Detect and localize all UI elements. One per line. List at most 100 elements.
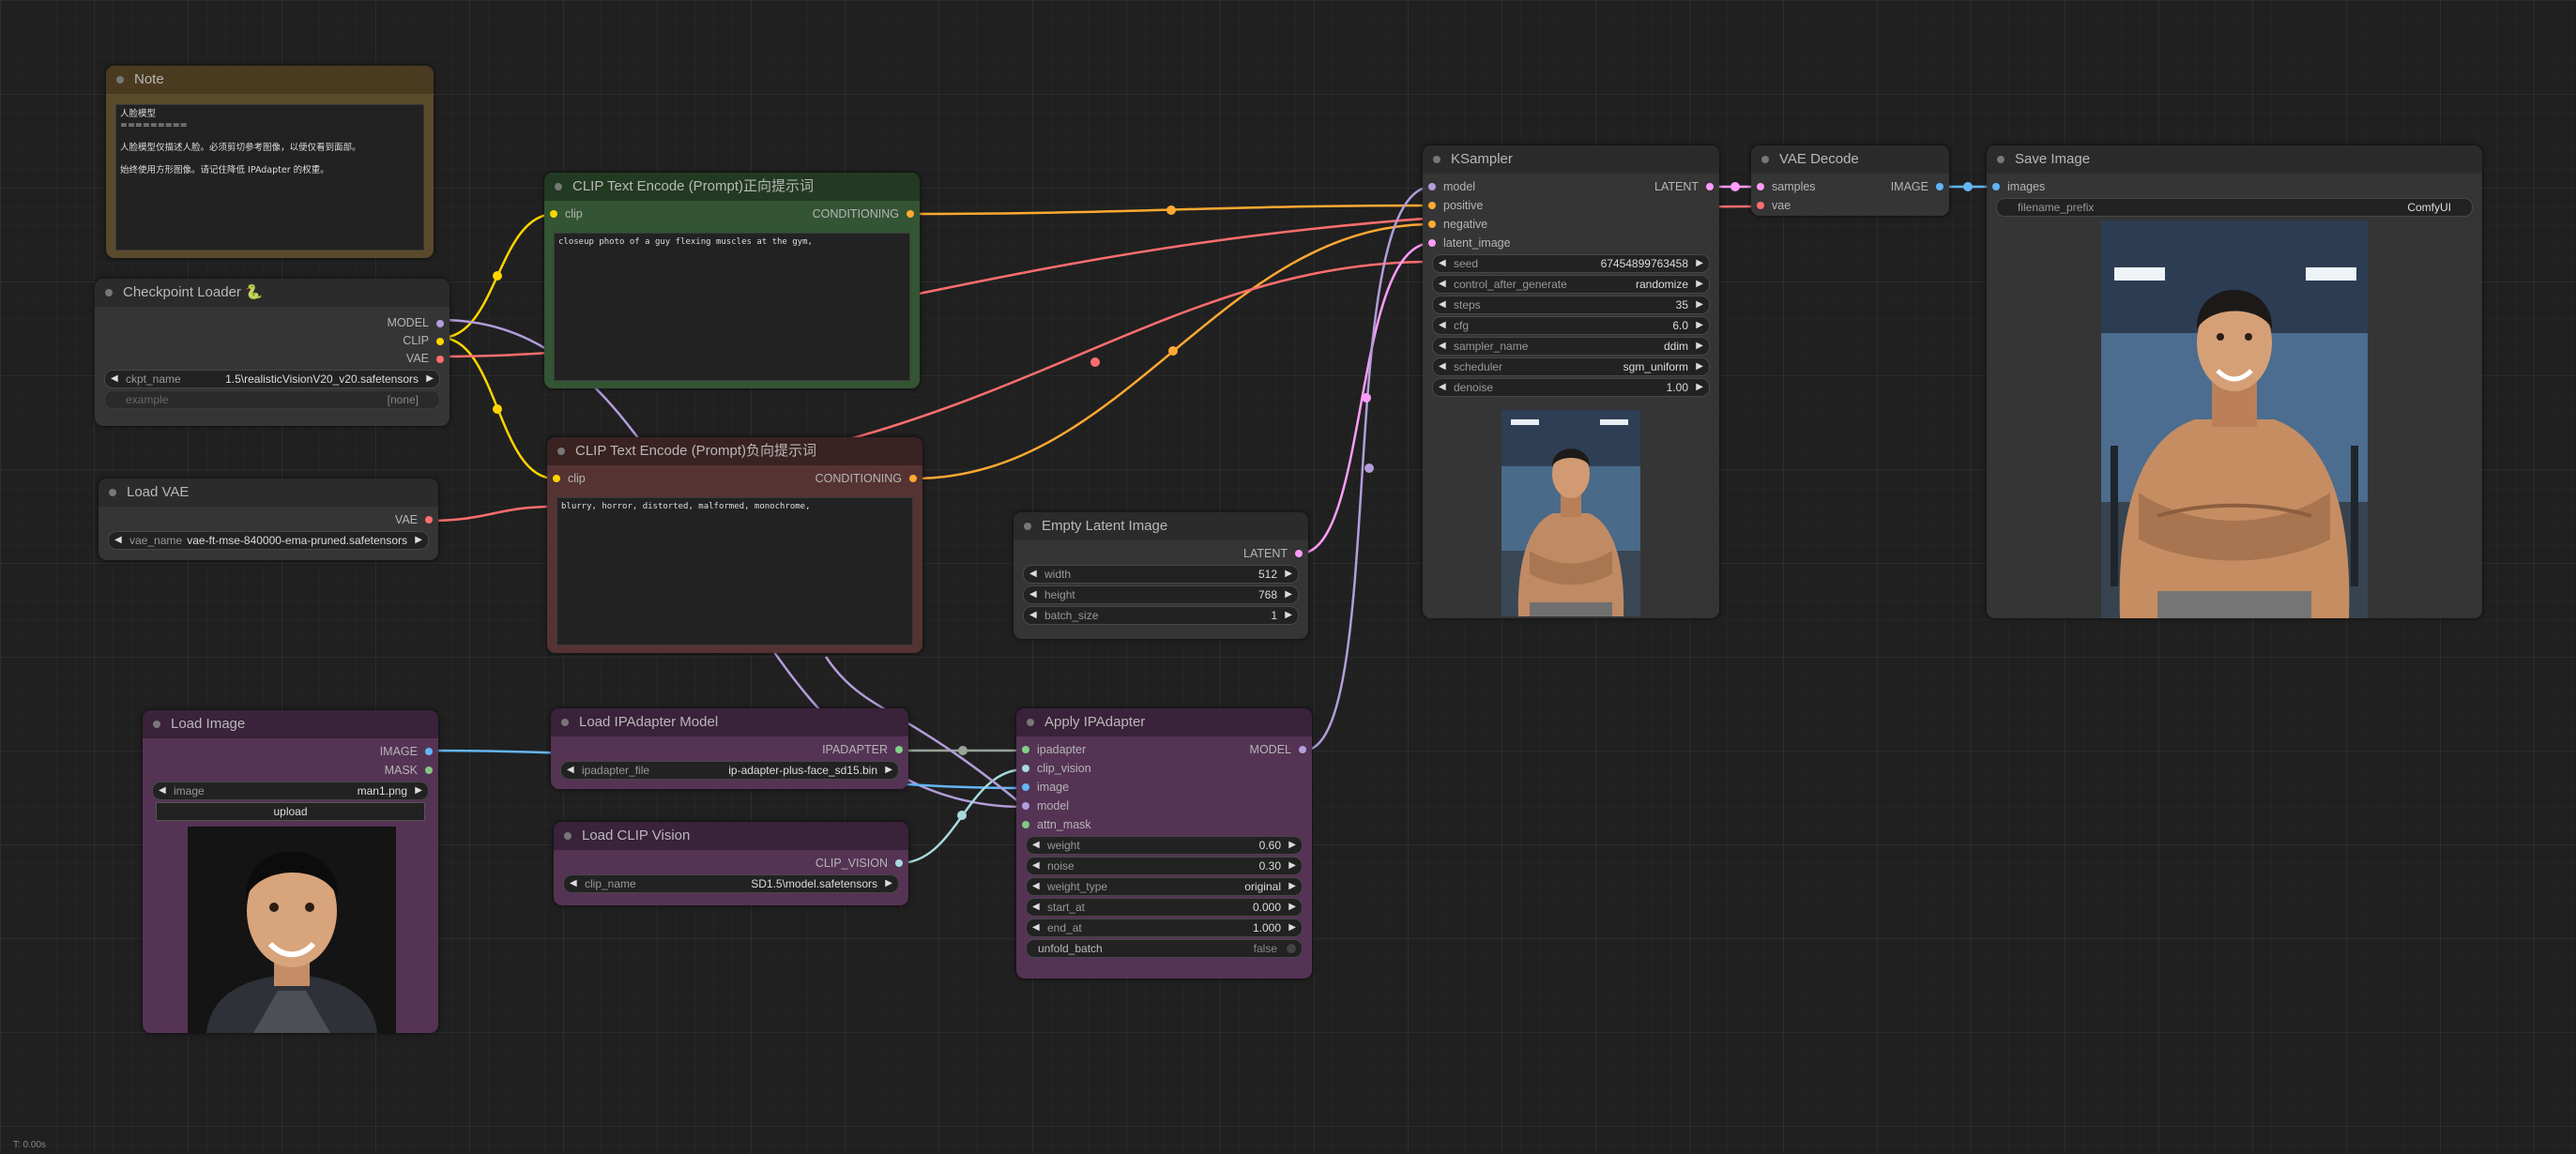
vae-name-widget[interactable]: ◀ vae_name vae-ft-mse-840000-ema-pruned.sa… — [108, 531, 429, 550]
arrow-right-icon[interactable]: ▶ — [1696, 255, 1703, 272]
image-pin-icon[interactable] — [425, 748, 433, 755]
arrow-left-icon[interactable]: ◀ — [114, 532, 122, 549]
noise-widget[interactable]: ◀ noise 0.30 ▶ — [1026, 857, 1303, 875]
collapse-dot-icon[interactable] — [561, 719, 569, 726]
weight-widget[interactable]: ◀ weight 0.60 ▶ — [1026, 836, 1303, 855]
collapse-dot-icon[interactable] — [1997, 156, 2004, 163]
note-text[interactable]: 人脸模型 ========= 人脸模型仅描述人脸。必须剪切参考图像，以便仅看到面… — [115, 104, 424, 251]
conditioning-pin-icon[interactable] — [909, 475, 917, 482]
arrow-right-icon[interactable]: ▶ — [1696, 276, 1703, 293]
sampler-name-widget[interactable]: ◀ sampler_name ddim ▶ — [1432, 337, 1710, 356]
input-model[interactable]: model — [1016, 797, 1312, 815]
example-widget[interactable]: example [none] — [104, 390, 440, 409]
latent-pin-icon[interactable] — [1706, 183, 1714, 190]
arrow-left-icon[interactable]: ◀ — [1032, 837, 1040, 854]
toggle-off-icon[interactable] — [1287, 944, 1296, 953]
input-model[interactable]: model LATENT — [1423, 177, 1719, 196]
output-vae[interactable]: VAE — [99, 510, 438, 529]
output-latent[interactable]: LATENT — [1014, 544, 1308, 563]
latent-pin-icon[interactable] — [1428, 239, 1436, 247]
filename-prefix-widget[interactable]: filename_prefix ComfyUI — [1996, 198, 2473, 217]
node-title[interactable]: Load CLIP Vision — [554, 822, 908, 850]
control-after-generate-widget[interactable]: ◀ control_after_generate randomize ▶ — [1432, 275, 1710, 294]
ipadapter-pin-icon[interactable] — [1022, 746, 1029, 753]
output-model[interactable]: MODEL — [95, 314, 450, 332]
output-clip-vision[interactable]: CLIP_VISION — [554, 854, 908, 873]
apply-ipadapter-node[interactable]: Apply IPAdapter ipadapter MODEL clip_visi… — [1016, 708, 1312, 979]
load-image-node[interactable]: Load Image IMAGE MASK ◀ image man1.png ▶ up… — [143, 710, 438, 1033]
arrow-right-icon[interactable]: ▶ — [885, 762, 892, 779]
output-clip[interactable]: CLIP — [95, 332, 450, 350]
prompt-textarea[interactable]: closeup photo of a guy flexing muscles a… — [554, 233, 910, 381]
clip-vision-pin-icon[interactable] — [1022, 765, 1029, 772]
arrow-left-icon[interactable]: ◀ — [1439, 255, 1446, 272]
arrow-right-icon[interactable]: ▶ — [1288, 858, 1296, 874]
save-image-node[interactable]: Save Image images filename_prefix ComfyUI — [1987, 145, 2482, 618]
arrow-left-icon[interactable]: ◀ — [1029, 566, 1037, 583]
clip-pin-icon[interactable] — [436, 338, 444, 345]
arrow-left-icon[interactable]: ◀ — [1032, 899, 1040, 916]
arrow-left-icon[interactable]: ◀ — [1439, 296, 1446, 313]
output-vae[interactable]: VAE — [95, 350, 450, 368]
width-widget[interactable]: ◀ width 512 ▶ — [1023, 565, 1299, 584]
load-vae-node[interactable]: Load VAE VAE ◀ vae_name vae-ft-mse-840000-… — [99, 478, 438, 560]
ksampler-node[interactable]: KSampler model LATENT positive negative l… — [1423, 145, 1719, 618]
arrow-left-icon[interactable]: ◀ — [1032, 919, 1040, 936]
output-image[interactable]: IMAGE — [143, 742, 438, 761]
arrow-right-icon[interactable]: ▶ — [1288, 899, 1296, 916]
output-mask[interactable]: MASK — [143, 761, 438, 780]
node-title[interactable]: Apply IPAdapter — [1016, 708, 1312, 736]
arrow-right-icon[interactable]: ▶ — [885, 875, 892, 892]
steps-widget[interactable]: ◀ steps 35 ▶ — [1432, 296, 1710, 314]
node-title[interactable]: Load VAE — [99, 478, 438, 507]
arrow-left-icon[interactable]: ◀ — [111, 371, 118, 387]
input-ipadapter[interactable]: ipadapter MODEL — [1016, 740, 1312, 759]
collapse-dot-icon[interactable] — [564, 832, 572, 840]
node-title[interactable]: Load Image — [143, 710, 438, 738]
input-vae[interactable]: vae — [1751, 196, 1949, 215]
model-pin-icon[interactable] — [436, 320, 444, 327]
scheduler-widget[interactable]: ◀ scheduler sgm_uniform ▶ — [1432, 357, 1710, 376]
clip-pin-icon[interactable] — [550, 210, 557, 218]
ipadapter-file-widget[interactable]: ◀ ipadapter_file ip-adapter-plus-face_sd15… — [560, 761, 899, 780]
latent-pin-icon[interactable] — [1295, 550, 1303, 557]
collapse-dot-icon[interactable] — [116, 76, 124, 84]
arrow-right-icon[interactable]: ▶ — [1696, 296, 1703, 313]
batch-size-widget[interactable]: ◀ batch_size 1 ▶ — [1023, 606, 1299, 625]
prompt-textarea[interactable]: blurry, horror, distorted, malformed, mo… — [556, 497, 913, 645]
mask-pin-icon[interactable] — [425, 767, 433, 774]
vae-pin-icon[interactable] — [1757, 202, 1764, 209]
height-widget[interactable]: ◀ height 768 ▶ — [1023, 585, 1299, 604]
arrow-left-icon[interactable]: ◀ — [1029, 586, 1037, 603]
arrow-left-icon[interactable]: ◀ — [159, 782, 166, 799]
arrow-left-icon[interactable]: ◀ — [1032, 858, 1040, 874]
input-negative[interactable]: negative — [1423, 215, 1719, 234]
clip-vision-pin-icon[interactable] — [895, 859, 903, 867]
note-node[interactable]: Note 人脸模型 ========= 人脸模型仅描述人脸。必须剪切参考图像，以… — [106, 66, 434, 258]
collapse-dot-icon[interactable] — [557, 448, 565, 455]
input-clip-vision[interactable]: clip_vision — [1016, 759, 1312, 778]
arrow-right-icon[interactable]: ▶ — [1696, 379, 1703, 396]
vae-decode-node[interactable]: VAE Decode samples IMAGE vae — [1751, 145, 1949, 216]
arrow-right-icon[interactable]: ▶ — [415, 782, 422, 799]
latent-pin-icon[interactable] — [1757, 183, 1764, 190]
end-at-widget[interactable]: ◀ end_at 1.000 ▶ — [1026, 919, 1303, 937]
collapse-dot-icon[interactable] — [555, 183, 562, 190]
node-title[interactable]: Checkpoint Loader 🐍 — [95, 279, 450, 307]
unfold-batch-toggle[interactable]: unfold_batch false — [1026, 939, 1303, 958]
model-pin-icon[interactable] — [1299, 746, 1306, 753]
arrow-right-icon[interactable]: ▶ — [1696, 358, 1703, 375]
arrow-left-icon[interactable]: ◀ — [570, 875, 577, 892]
model-pin-icon[interactable] — [1022, 802, 1029, 810]
collapse-dot-icon[interactable] — [153, 721, 160, 728]
arrow-right-icon[interactable]: ▶ — [1288, 919, 1296, 936]
conditioning-pin-icon[interactable] — [1428, 202, 1436, 209]
collapse-dot-icon[interactable] — [1027, 719, 1034, 726]
arrow-right-icon[interactable]: ▶ — [1696, 338, 1703, 355]
input-latent-image[interactable]: latent_image — [1423, 234, 1719, 252]
cfg-widget[interactable]: ◀ cfg 6.0 ▶ — [1432, 316, 1710, 335]
clip-text-encode-positive-node[interactable]: CLIP Text Encode (Prompt)正向提示词 clip CONDI… — [544, 173, 920, 388]
arrow-right-icon[interactable]: ▶ — [1696, 317, 1703, 334]
vae-pin-icon[interactable] — [436, 356, 444, 363]
output-ipadapter[interactable]: IPADAPTER — [551, 740, 908, 759]
